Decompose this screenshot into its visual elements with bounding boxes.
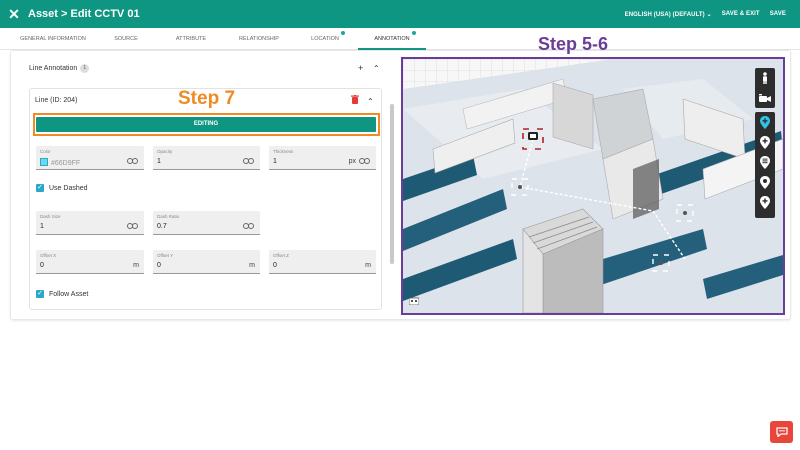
top-bar: ✕ Asset > Edit CCTV 01 ENGLISH (USA) (DE… [0, 0, 800, 28]
dash-size-value: 1 [40, 223, 44, 230]
offset-y-unit: m [249, 262, 255, 269]
step-5-6-label: Step 5-6 [538, 34, 609, 54]
page-title: Asset > Edit CCTV 01 [28, 8, 140, 20]
add-icon[interactable]: + [358, 63, 363, 73]
line-title: Line (ID: 204) [35, 97, 78, 104]
save-exit-button[interactable]: SAVE & EXIT [722, 11, 760, 17]
thickness-value: 1 [273, 158, 277, 165]
tab-bar: GENERAL INFORMATION SOURCE ATTRIBUTE REL… [0, 28, 800, 50]
chevron-up-icon[interactable]: ⌃ [367, 97, 374, 106]
link-icon[interactable] [243, 223, 254, 229]
color-field[interactable]: Color #66D9FF [36, 146, 144, 170]
plus-pin-icon[interactable] [755, 192, 775, 212]
color-value: #66D9FF [51, 160, 81, 167]
offset-z-field[interactable]: Offset Z 0 m [269, 250, 376, 274]
link-icon[interactable] [127, 158, 138, 164]
checkbox-checked-icon: ✓ [36, 290, 44, 298]
dash-ratio-label: Dash Ratio [157, 214, 180, 219]
map-icon[interactable] [409, 297, 419, 305]
editing-button[interactable]: EDITING [36, 117, 376, 132]
chat-button[interactable] [770, 421, 793, 443]
add-annotation-icon[interactable] [755, 132, 775, 152]
dash-size-label: Dash Size [40, 214, 61, 219]
line-annotation-title: Line Annotation [29, 65, 78, 72]
close-icon[interactable]: ✕ [0, 6, 28, 23]
thickness-label: Thickness [273, 149, 294, 154]
follow-asset-checkbox[interactable]: ✓ Follow Asset [36, 290, 88, 298]
tab-source[interactable]: SOURCE [106, 28, 146, 50]
use-dashed-label: Use Dashed [49, 184, 88, 192]
offset-x-unit: m [133, 262, 139, 269]
offset-y-field[interactable]: Offset Y 0 m [153, 250, 260, 274]
tab-attribute[interactable]: ATTRIBUTE [168, 28, 214, 50]
link-icon[interactable] [359, 158, 370, 164]
step-7-label: Step 7 [178, 88, 236, 109]
offset-y-label: Offset Y [157, 253, 174, 258]
color-swatch[interactable] [40, 158, 48, 166]
opacity-value: 1 [157, 158, 161, 165]
checkbox-checked-icon: ✓ [36, 184, 44, 192]
location-indicator-dot [341, 31, 345, 35]
chevron-up-icon[interactable]: ⌃ [373, 64, 380, 73]
offset-x-label: Offset X [40, 253, 57, 258]
offset-z-value: 0 [273, 262, 277, 269]
link-icon[interactable] [243, 158, 254, 164]
location-pin-icon[interactable] [755, 172, 775, 192]
opacity-field[interactable]: Opacity 1 [153, 146, 260, 170]
add-pin-icon[interactable] [755, 112, 775, 132]
thickness-field[interactable]: Thickness 1 px [269, 146, 376, 170]
thickness-unit: px [348, 158, 356, 165]
camera-icon[interactable] [755, 88, 775, 108]
color-label: Color [40, 149, 51, 154]
language-selector[interactable]: ENGLISH (USA) (DEFAULT) ⌄ [625, 11, 712, 18]
dash-ratio-field[interactable]: Dash Ratio 0.7 [153, 211, 260, 235]
chat-icon [775, 427, 788, 437]
annotation-count-badge: 1 [80, 64, 90, 73]
panel-scrollbar[interactable] [390, 104, 394, 264]
use-dashed-checkbox[interactable]: ✓ Use Dashed [36, 184, 88, 192]
language-label: ENGLISH (USA) (DEFAULT) [624, 11, 705, 18]
follow-asset-label: Follow Asset [49, 290, 89, 298]
annotation-indicator-dot [412, 31, 416, 35]
offset-x-field[interactable]: Offset X 0 m [36, 250, 144, 274]
tab-general-information[interactable]: GENERAL INFORMATION [14, 28, 92, 50]
opacity-label: Opacity [157, 149, 173, 154]
tag-pin-icon[interactable] [755, 152, 775, 172]
viewer-toolbar-annotations [755, 112, 775, 218]
offset-y-value: 0 [157, 262, 161, 269]
save-button[interactable]: SAVE [770, 11, 786, 17]
offset-z-label: Offset Z [273, 253, 289, 258]
offset-x-value: 0 [40, 262, 44, 269]
offset-z-unit: m [365, 262, 371, 269]
link-icon[interactable] [127, 223, 138, 229]
viewer-toolbar-top [755, 68, 775, 108]
delete-icon[interactable] [351, 95, 359, 106]
chevron-down-icon: ⌄ [706, 11, 712, 18]
3d-viewer[interactable] [401, 57, 785, 315]
floor-plan-3d-scene[interactable] [403, 59, 783, 313]
line-annotation-header: Line Annotation 1 [29, 64, 90, 73]
person-icon[interactable] [755, 68, 775, 88]
dash-ratio-value: 0.7 [157, 223, 167, 230]
dash-size-field[interactable]: Dash Size 1 [36, 211, 144, 235]
tab-relationship[interactable]: RELATIONSHIP [232, 28, 286, 50]
